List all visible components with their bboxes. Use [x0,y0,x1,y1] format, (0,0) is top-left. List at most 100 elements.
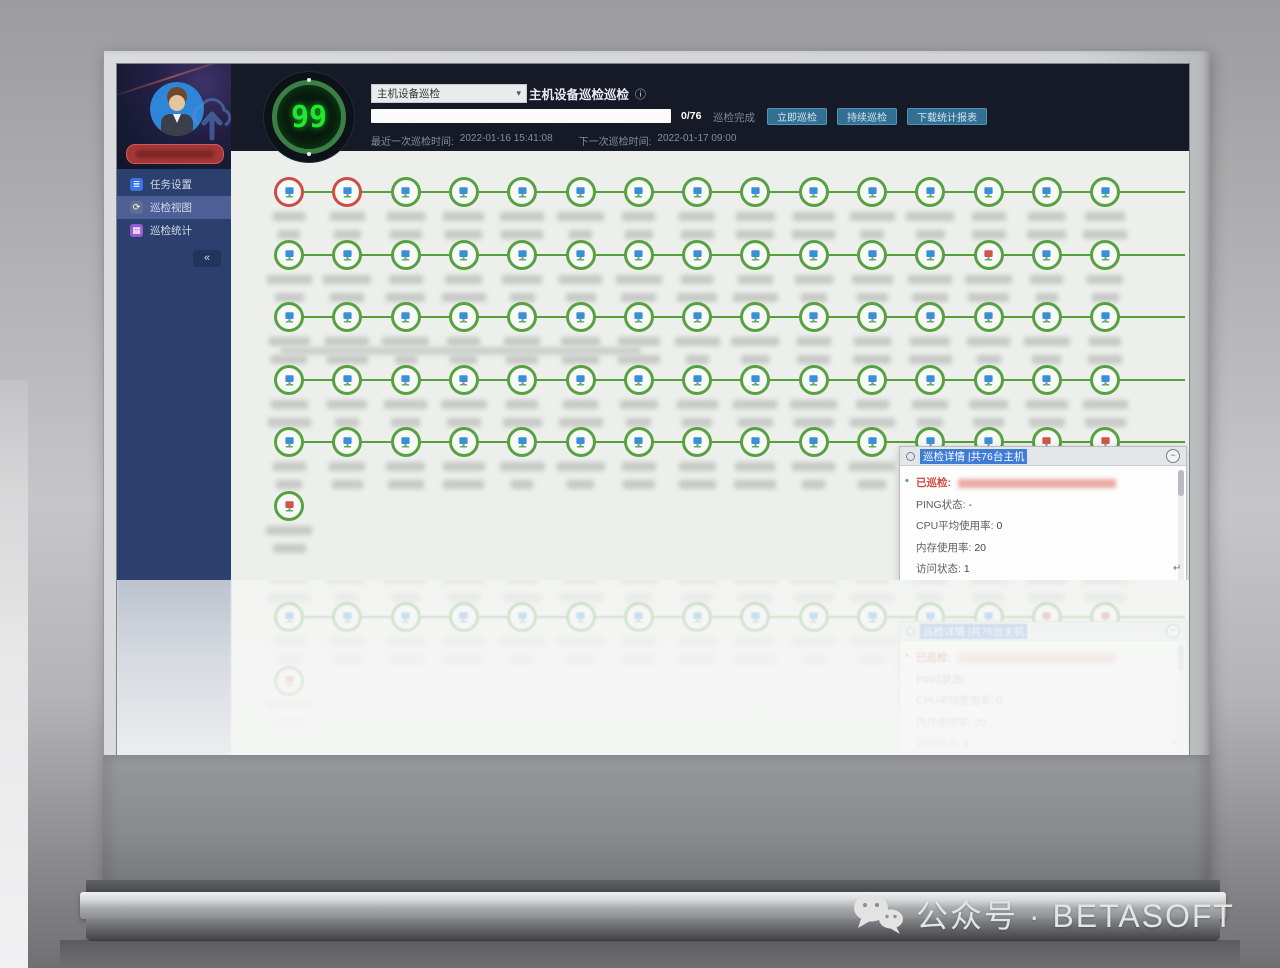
patrol-now-button[interactable]: 立即巡检 [767,108,827,125]
host-node[interactable] [1032,240,1062,270]
host-node[interactable] [857,427,887,457]
host-node[interactable] [624,240,654,270]
host-node[interactable] [391,177,421,207]
host-node[interactable] [915,302,945,332]
host-node[interactable] [1090,365,1120,395]
host-node[interactable] [507,427,537,457]
sidebar-collapse-button[interactable]: « [193,250,221,267]
host-node[interactable] [274,365,304,395]
popup-header[interactable]: 巡检详情 |共76台主机 − [900,447,1186,466]
host-node[interactable] [391,427,421,457]
host-node[interactable] [682,240,712,270]
host-node[interactable] [566,365,596,395]
host-node[interactable] [740,240,770,270]
sidebar-item-巡检视图[interactable]: ⟳巡检视图 [117,196,231,219]
host-node[interactable] [1090,177,1120,207]
progress-count: 0/76 [681,110,701,122]
host-node[interactable] [740,302,770,332]
info-icon[interactable]: ⓘ [635,86,646,102]
host-node[interactable] [507,302,537,332]
host-node[interactable] [624,177,654,207]
host-node[interactable] [915,240,945,270]
host-node[interactable] [449,365,479,395]
host-node[interactable] [740,365,770,395]
host-node[interactable] [1032,365,1062,395]
continuous-patrol-button[interactable]: 持续巡检 [837,108,897,125]
host-node[interactable] [274,177,304,207]
download-report-button[interactable]: 下载统计报表 [907,108,987,125]
host-icon [1040,249,1053,262]
host-node[interactable] [1032,177,1062,207]
host-node[interactable] [274,302,304,332]
host-node[interactable] [332,240,362,270]
host-node[interactable] [566,240,596,270]
host-node[interactable] [915,177,945,207]
host-node[interactable] [974,240,1004,270]
host-node[interactable] [682,302,712,332]
host-node[interactable] [566,177,596,207]
host-node[interactable] [507,365,537,395]
host-node[interactable] [449,240,479,270]
host-node[interactable] [566,302,596,332]
host-node[interactable] [974,365,1004,395]
host-node[interactable] [682,177,712,207]
host-node[interactable] [974,302,1004,332]
host-node[interactable] [1090,240,1120,270]
monitor-frame: ≣任务设置⟳巡检视图▦巡检统计 « 99 主机设备巡检 ▾ 主机设备巡检巡检 ⓘ… [103,50,1210,895]
host-icon [574,436,587,449]
popup-lines: •已巡检: PING状态: -CPU平均使用率: 0内存使用率: 20访问状态:… [916,475,1172,580]
wechat-icon [852,893,904,935]
host-node[interactable] [1032,302,1062,332]
sidebar-item-巡检统计[interactable]: ▦巡检统计 [117,219,231,242]
host-node[interactable] [915,365,945,395]
host-node[interactable] [332,427,362,457]
host-node[interactable] [799,177,829,207]
host-icon [283,186,296,199]
host-node[interactable] [682,427,712,457]
popup-metric-line: 访问状态: 1 [916,561,1172,576]
host-node[interactable] [507,240,537,270]
next-patrol-time: 2022-01-17 09:00 [657,133,736,148]
host-icon [399,186,412,199]
host-node[interactable] [799,365,829,395]
host-node[interactable] [274,491,304,521]
host-node[interactable] [332,177,362,207]
host-node[interactable] [391,240,421,270]
host-node[interactable] [391,365,421,395]
host-node[interactable] [391,302,421,332]
host-node[interactable] [857,177,887,207]
host-node[interactable] [624,365,654,395]
host-node[interactable] [740,177,770,207]
host-node[interactable] [799,427,829,457]
host-name-redacted [671,459,723,495]
host-node[interactable] [624,302,654,332]
upload-cloud-icon [189,94,231,144]
host-node[interactable] [1090,302,1120,332]
host-node[interactable] [624,427,654,457]
scrollbar-thumb[interactable] [1178,470,1184,496]
host-node[interactable] [274,240,304,270]
sidebar-item-任务设置[interactable]: ≣任务设置 [117,173,231,196]
host-node[interactable] [857,302,887,332]
host-node[interactable] [449,177,479,207]
host-node[interactable] [799,240,829,270]
host-node[interactable] [332,302,362,332]
host-node[interactable] [682,365,712,395]
host-node[interactable] [449,427,479,457]
host-name-redacted [321,459,373,495]
host-node[interactable] [857,365,887,395]
host-node[interactable] [740,427,770,457]
minimize-button[interactable]: − [1166,449,1180,463]
host-node[interactable] [857,240,887,270]
dashboard: ≣任务设置⟳巡检视图▦巡检统计 « 99 主机设备巡检 ▾ 主机设备巡检巡检 ⓘ… [117,64,1189,580]
host-node[interactable] [799,302,829,332]
host-icon [632,249,645,262]
host-node[interactable] [274,427,304,457]
host-node[interactable] [507,177,537,207]
host-icon [341,436,354,449]
host-node[interactable] [332,365,362,395]
task-select[interactable]: 主机设备巡检 ▾ [371,84,527,103]
host-node[interactable] [974,177,1004,207]
host-node[interactable] [566,427,596,457]
host-node[interactable] [449,302,479,332]
